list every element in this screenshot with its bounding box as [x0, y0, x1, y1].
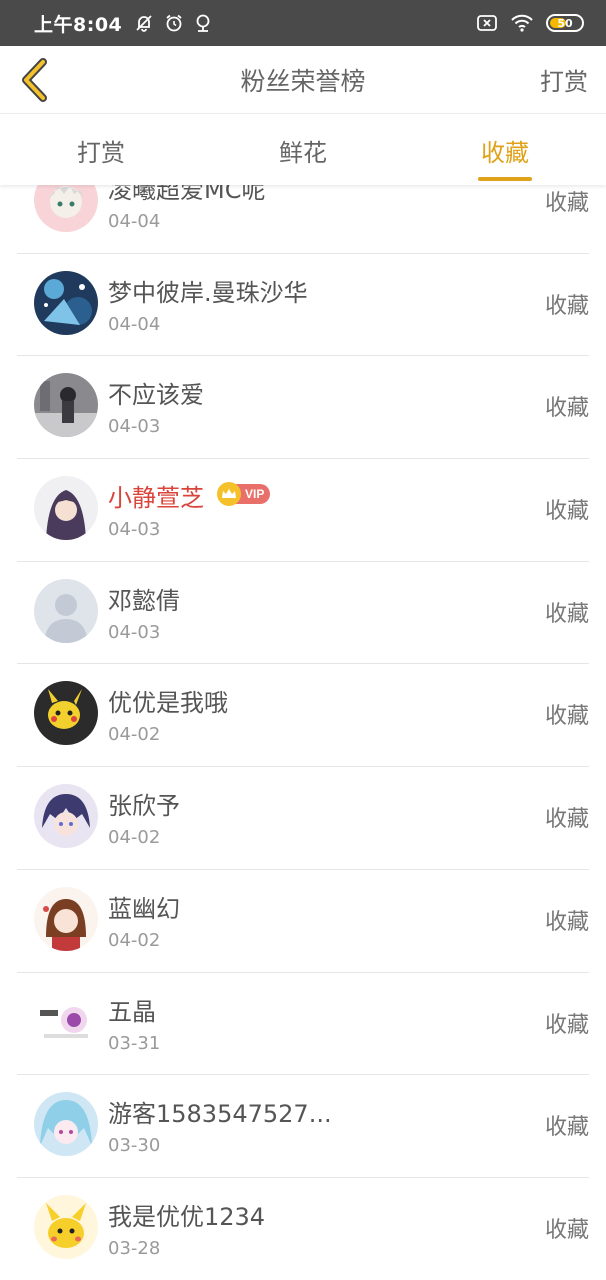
crown-icon: [217, 482, 241, 507]
fan-action: 收藏: [544, 909, 589, 935]
fan-list[interactable]: 凌曦超爱MC呢 04-04 收藏 梦中彼岸.曼珠沙华 04-04 收藏 不应该爱…: [0, 185, 606, 1280]
avatar: [34, 1092, 98, 1157]
back-button[interactable]: [14, 56, 54, 104]
fan-action: 收藏: [544, 704, 589, 730]
fan-date: 03-28: [108, 1237, 161, 1259]
status-notification-icons: [134, 13, 212, 33]
list-item[interactable]: 蓝幽幻 04-02 收藏: [17, 870, 589, 973]
fan-action: 收藏: [544, 191, 589, 216]
fan-name: 五晶: [108, 997, 156, 1026]
fan-name: 优优是我哦: [108, 689, 228, 718]
fan-action: 收藏: [544, 807, 589, 833]
avatar: [34, 681, 98, 746]
avatar: [34, 185, 98, 232]
avatar: [34, 886, 98, 951]
fan-name: 邓懿倩: [108, 586, 180, 615]
fan-date: 04-03: [108, 621, 161, 643]
list-item[interactable]: 小静萱芝 VIP 04-03 收藏: [17, 459, 589, 562]
app-header: 粉丝荣誉榜 打赏: [0, 46, 606, 114]
fan-action: 收藏: [544, 293, 589, 319]
list-item[interactable]: 张欣予 04-02 收藏: [17, 767, 589, 870]
fan-action: 收藏: [544, 499, 589, 525]
avatar: [34, 989, 98, 1054]
fan-action: 收藏: [544, 601, 589, 627]
tab-reward-label: 打赏: [77, 138, 125, 167]
fan-name: 小静萱芝: [108, 484, 204, 513]
tab-favorites-label: 收藏: [481, 138, 529, 167]
reward-button[interactable]: 打赏: [540, 62, 588, 97]
fan-name: 张欣予: [108, 792, 180, 821]
fan-date: 04-02: [108, 724, 161, 746]
chevron-left-icon: [22, 58, 47, 102]
tab-reward[interactable]: 打赏: [0, 115, 202, 185]
battery-icon: 50: [546, 14, 584, 32]
sim-off-icon: [476, 14, 498, 32]
fan-name: 凌曦超爱MC呢: [108, 185, 266, 204]
fan-action: 收藏: [544, 1012, 589, 1038]
fan-list-content: 凌曦超爱MC呢 04-04 收藏 梦中彼岸.曼珠沙华 04-04 收藏 不应该爱…: [0, 185, 606, 1280]
avatar: [34, 476, 98, 541]
fan-name: 梦中彼岸.曼珠沙华: [108, 278, 308, 307]
fan-name: 蓝幽幻: [108, 894, 180, 923]
list-item[interactable]: 五晶 03-31 收藏: [17, 973, 589, 1076]
avatar: [34, 373, 98, 438]
status-bar: 上午8:04 50: [0, 0, 606, 46]
list-item[interactable]: 梦中彼岸.曼珠沙华 04-04 收藏: [17, 254, 589, 357]
status-system-icons: 50: [476, 13, 584, 33]
fan-date: 04-03: [108, 519, 161, 541]
fan-action: 收藏: [544, 1217, 589, 1243]
list-item[interactable]: 我是优优1234 03-28 收藏: [17, 1178, 589, 1280]
wifi-icon: [510, 13, 534, 33]
list-item[interactable]: 游客1583547527... 03-30 收藏: [17, 1075, 589, 1178]
fan-date: 04-04: [108, 211, 161, 232]
fan-date: 03-30: [108, 1135, 161, 1157]
location-icon: [194, 13, 212, 33]
status-time: 上午8:04: [34, 13, 123, 36]
fan-name: 游客1583547527...: [108, 1100, 332, 1129]
fan-date: 04-04: [108, 313, 161, 335]
avatar: [34, 784, 98, 849]
tab-flowers[interactable]: 鲜花: [202, 115, 404, 185]
fan-date: 04-02: [108, 827, 161, 849]
fan-date: 03-31: [108, 1032, 161, 1054]
page-title: 粉丝荣誉榜: [240, 66, 366, 96]
list-item[interactable]: 优优是我哦 04-02 收藏: [17, 664, 589, 768]
alarm-icon: [164, 13, 184, 33]
fan-name: 不应该爱: [108, 381, 204, 410]
vip-badge: VIP: [217, 482, 271, 507]
fan-date: 04-02: [108, 929, 161, 951]
list-item[interactable]: 邓懿倩 04-03 收藏: [17, 562, 589, 665]
list-item[interactable]: 不应该爱 04-03 收藏: [17, 356, 589, 460]
avatar: [34, 578, 98, 643]
fan-name: 我是优优1234: [108, 1202, 266, 1231]
tab-active-indicator: [478, 177, 532, 181]
tab-flowers-label: 鲜花: [279, 138, 327, 167]
avatar: [34, 270, 98, 335]
battery-text: 50: [557, 16, 573, 30]
tab-bar: 打赏 鲜花 收藏: [0, 115, 606, 185]
fan-action: 收藏: [544, 1115, 589, 1141]
fan-date: 04-03: [108, 416, 161, 438]
fan-action: 收藏: [544, 396, 589, 422]
list-item[interactable]: 凌曦超爱MC呢 04-04 收藏: [17, 185, 589, 254]
tab-favorites[interactable]: 收藏: [404, 115, 606, 185]
bell-off-icon: [134, 13, 154, 33]
avatar: [34, 1194, 98, 1259]
